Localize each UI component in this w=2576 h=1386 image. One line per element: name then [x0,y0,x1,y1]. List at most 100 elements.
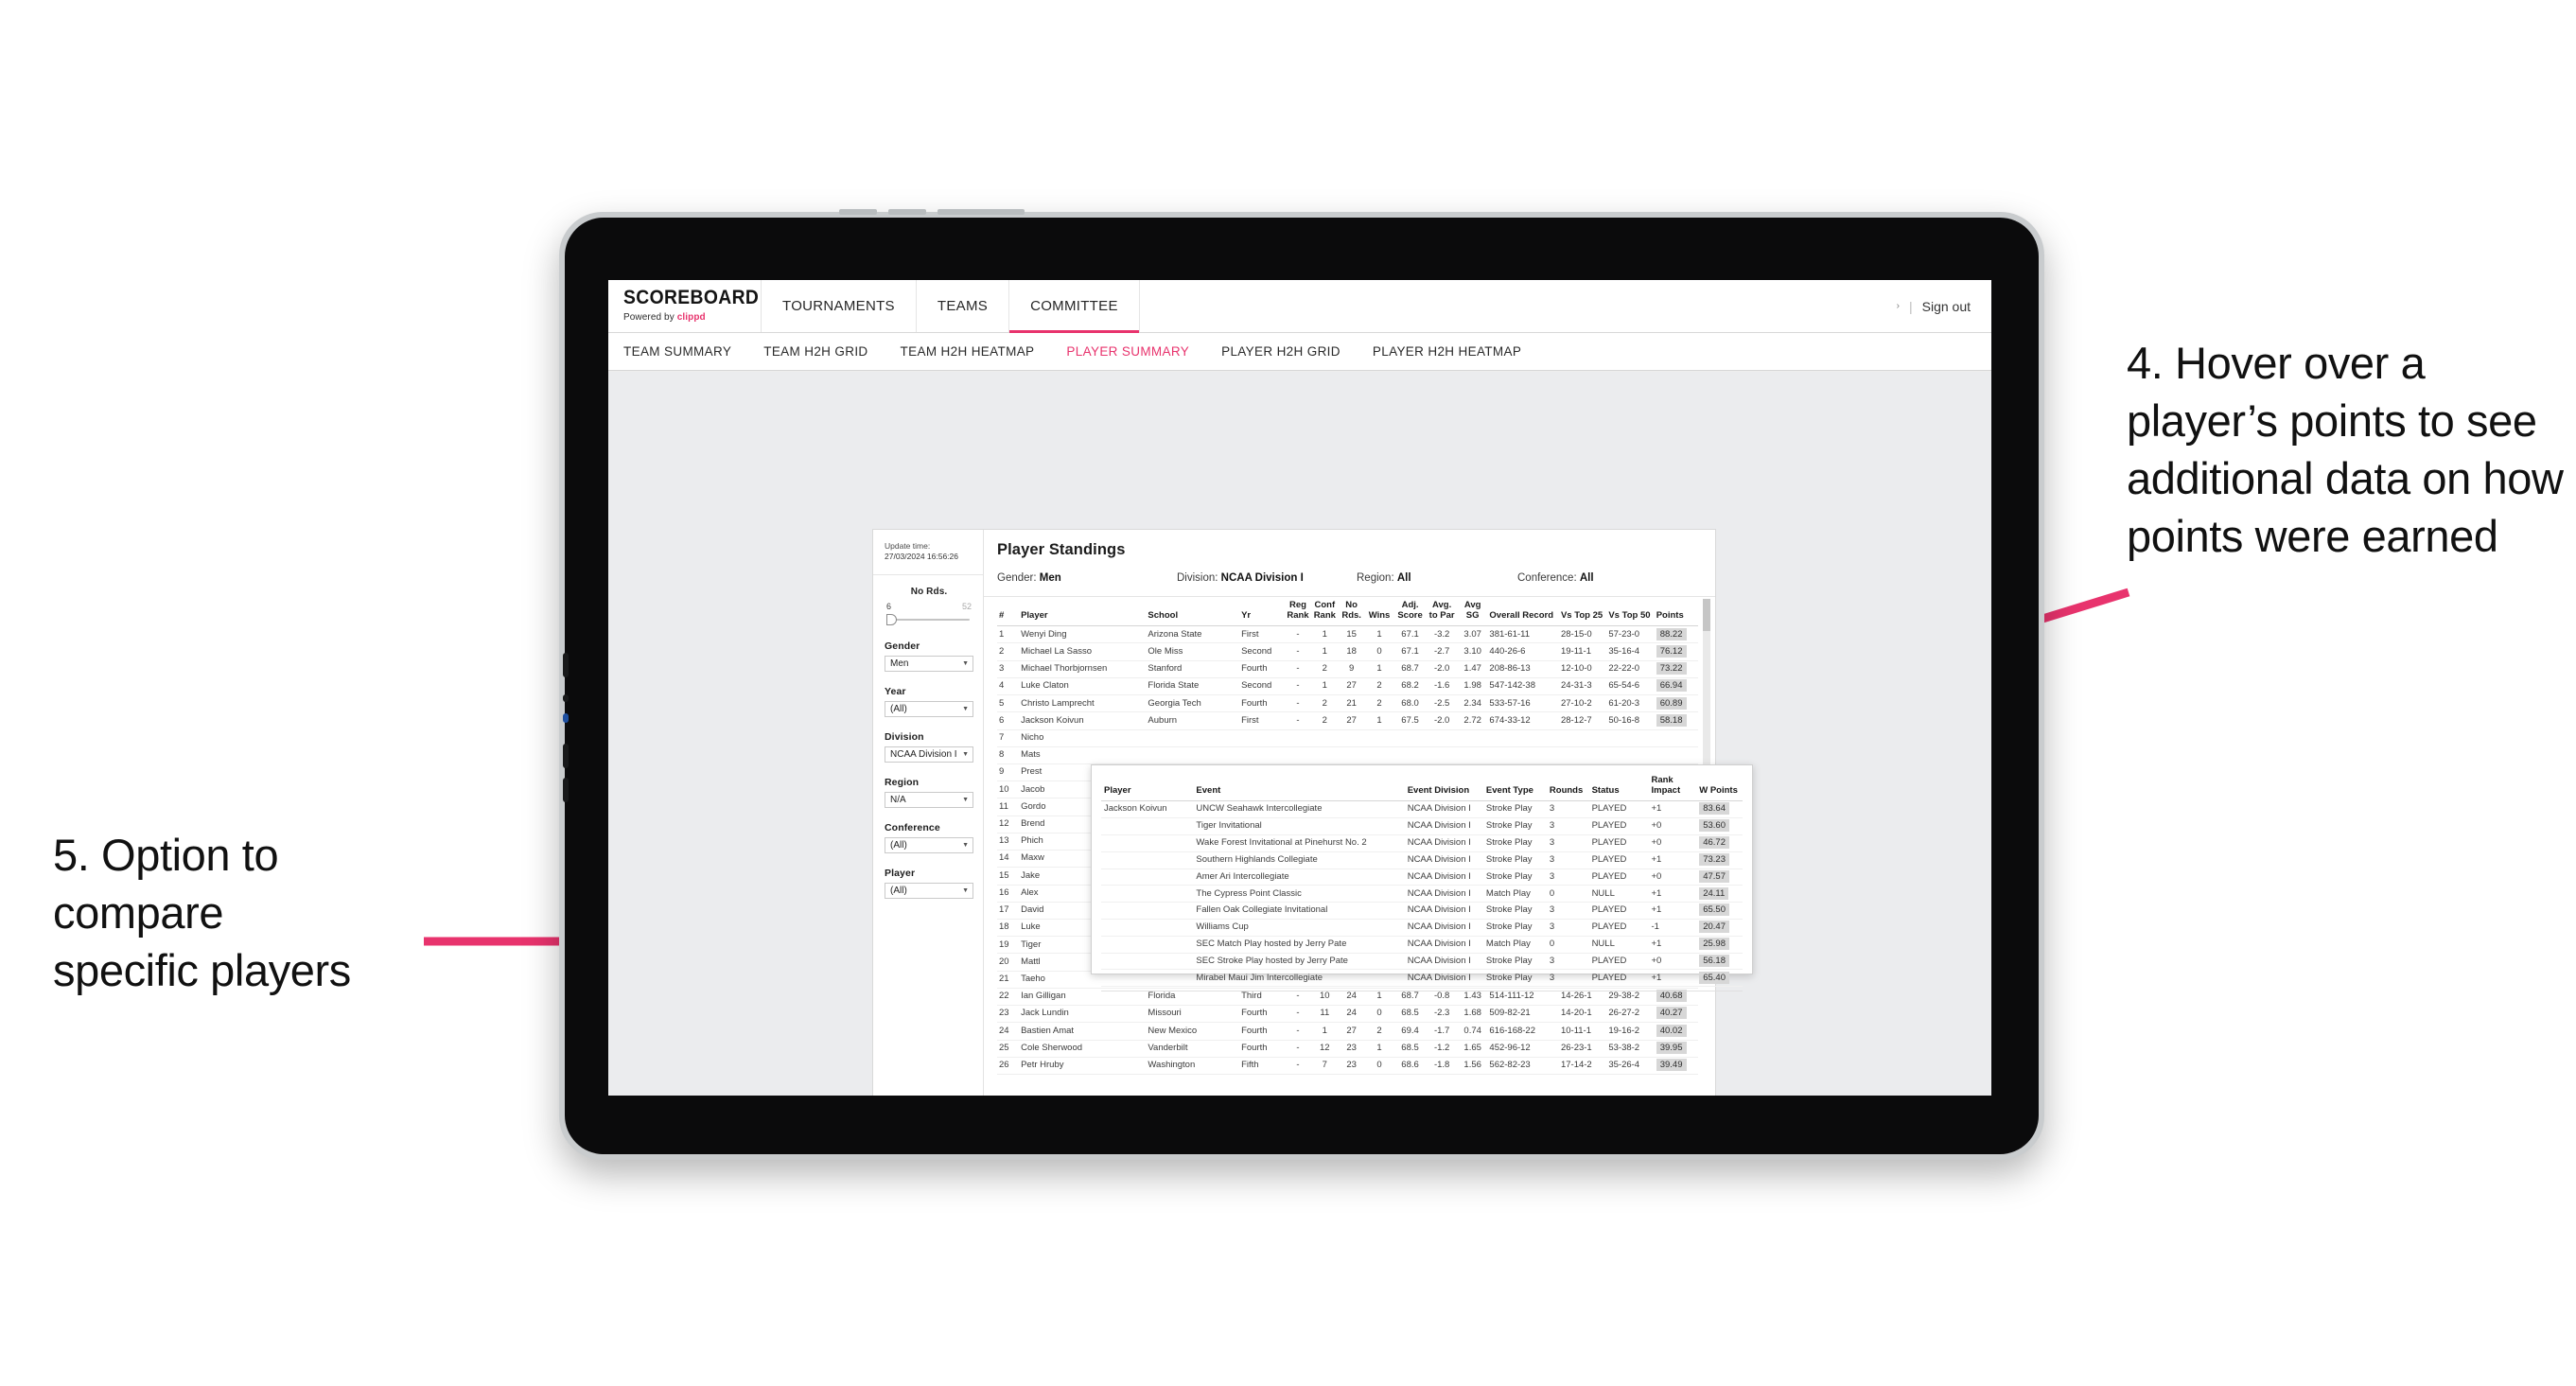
cell-rank: 19 [997,936,1020,955]
cell-points[interactable]: 39.49 [1654,1057,1698,1075]
table-row[interactable]: 26 Petr Hruby Washington Fifth -7 23 0 68.6 -1.8… [997,1057,1698,1075]
table-row[interactable]: 1 Wenyi Ding Arizona State First -1 15 1 67.1 -3… [997,625,1698,644]
cell-wins: 0 [1364,1005,1394,1024]
tooltip-header: Player Event Event Division Event Type R… [1101,773,1743,802]
points-badge[interactable]: 88.22 [1656,627,1687,640]
cell-rank: 8 [997,746,1020,765]
table-row[interactable]: 6 Jackson Koivun Auburn First -2 27 1 67.5 -2.0 2… [997,711,1698,730]
col-overall-record[interactable]: Overall Record [1487,597,1559,627]
filter-conference-select[interactable]: (All) ▼ [885,836,973,853]
points-badge[interactable]: 40.02 [1656,1024,1687,1037]
table-row[interactable]: 5 Christo Lamprecht Georgia Tech Fourth -2 21… [997,694,1698,713]
cell-points[interactable]: 39.95 [1654,1040,1698,1058]
cell-points[interactable]: 40.27 [1654,1005,1698,1024]
nav-item-teams[interactable]: TEAMS [917,280,1010,332]
table-row[interactable]: 23 Jack Lundin Missouri Fourth -11 24 0 68.5 -2.… [997,1005,1698,1024]
cell-vs-top-50: 22-22-0 [1606,660,1655,678]
col-conf-rank[interactable]: Conf Rank [1310,597,1339,627]
cell-points[interactable] [1654,729,1698,747]
app-top-navigation: SCOREBOARD Powered by clippd TOURNAMENTS… [608,280,1991,333]
col-avg-to-par[interactable]: Avg. to Par [1426,597,1458,627]
tooltip-cell-rounds: 0 [1546,885,1589,904]
cell-yr: Fifth [1239,1057,1286,1075]
tooltip-cell-w-points: 65.50 [1696,902,1743,920]
chevron-down-icon: ▼ [962,659,969,667]
cell-points[interactable]: 60.89 [1654,694,1698,713]
cell-points[interactable]: 58.18 [1654,711,1698,730]
cell-points[interactable]: 76.12 [1654,642,1698,661]
no-rounds-slider[interactable] [885,613,973,626]
subnav-team-h2h-heatmap[interactable]: TEAM H2H HEATMAP [885,344,1051,359]
cell-rank: 4 [997,677,1020,696]
tooltip-cell-player [1101,817,1194,835]
table-row[interactable]: 3 Michael Thorbjornsen Stanford Fourth -2 9 1 6… [997,660,1698,678]
points-badge[interactable]: 40.27 [1656,1007,1687,1020]
points-badge[interactable]: 73.22 [1656,662,1687,675]
col-school[interactable]: School [1146,597,1240,627]
cell-vs-top-50: 50-16-8 [1606,711,1655,730]
points-badge[interactable]: 58.18 [1656,713,1687,727]
device-side-port-d [563,744,569,768]
table-row[interactable]: 7 Nicho [997,729,1698,747]
filter-year-select[interactable]: (All) ▼ [885,700,973,717]
nav-item-tournaments[interactable]: TOURNAMENTS [762,280,917,332]
cell-points[interactable]: 73.22 [1654,660,1698,678]
col-rank[interactable]: # [997,597,1020,627]
cell-rank: 9 [997,763,1020,782]
dashboard-background: Update time: 27/03/2024 16:56:26 No Rds.… [608,372,1991,1096]
tt-col-rank-impact: Rank Impact [1648,773,1697,802]
col-vs-top-25[interactable]: Vs Top 25 [1558,597,1607,627]
table-row[interactable]: 8 Mats [997,746,1698,765]
subnav-player-h2h-heatmap[interactable]: PLAYER H2H HEATMAP [1357,344,1537,359]
player-standings-viz: Update time: 27/03/2024 16:56:26 No Rds.… [872,529,1753,1096]
tooltip-cell-w-points: 47.57 [1696,868,1743,886]
subnav-team-summary[interactable]: TEAM SUMMARY [623,344,747,359]
subnav-player-h2h-grid[interactable]: PLAYER H2H GRID [1205,344,1357,359]
col-points[interactable]: Points [1654,597,1698,627]
col-reg-rank[interactable]: Reg Rank [1285,597,1311,627]
cell-points[interactable]: 88.22 [1654,625,1698,644]
cell-reg-rank: - [1285,660,1311,678]
w-points-badge: 24.11 [1699,886,1729,900]
col-no-rds[interactable]: No Rds. [1339,597,1365,627]
table-row[interactable]: 24 Bastien Amat New Mexico Fourth -1 27 2 69.4-… [997,1022,1698,1041]
cell-points[interactable]: 40.02 [1654,1022,1698,1041]
cell-overall-record: 509-82-21 [1487,1005,1559,1024]
col-avg-sg[interactable]: Avg SG [1457,597,1488,627]
table-row[interactable]: 4 Luke Claton Florida State Second -1 27 2 68.2… [997,677,1698,696]
tooltip-cell-rounds: 3 [1546,902,1589,920]
filter-division-label: Division [885,730,924,743]
points-badge[interactable]: 60.89 [1656,696,1687,710]
cell-conf-rank: 2 [1310,711,1339,730]
filter-region-select[interactable]: N/A ▼ [885,791,973,808]
cell-adj-score: 68.0 [1393,694,1427,713]
points-badge[interactable]: 66.94 [1656,679,1687,693]
no-rounds-slider-group: No Rds. 6 52 [885,587,973,626]
table-row[interactable]: 2 Michael La Sasso Ole Miss Second -1 18 0 67.1… [997,642,1698,661]
subnav-player-summary[interactable]: PLAYER SUMMARY [1050,344,1205,359]
chevron-right-icon[interactable]: › [1897,301,1900,311]
table-row[interactable]: 25 Cole Sherwood Vanderbilt Fourth -12 23 1 68.… [997,1040,1698,1058]
filter-player-select[interactable]: (All) ▼ [885,882,973,899]
sign-out-link[interactable]: Sign out [1922,299,1971,314]
cell-points[interactable]: 66.94 [1654,677,1698,696]
col-wins[interactable]: Wins [1364,597,1394,627]
col-adj-score[interactable]: Adj. Score [1393,597,1427,627]
scrollbar-thumb[interactable] [1703,599,1710,631]
col-player[interactable]: Player [1019,597,1147,627]
cell-conf-rank: 7 [1310,1057,1339,1075]
brand-logo[interactable]: SCOREBOARD Powered by clippd [608,280,762,332]
col-yr[interactable]: Yr [1239,597,1286,627]
nav-item-committee[interactable]: COMMITTEE [1009,280,1140,333]
filter-division-select[interactable]: NCAA Division I ▼ [885,746,973,763]
filter-gender-select[interactable]: Men ▼ [885,655,973,672]
points-badge[interactable]: 76.12 [1656,644,1687,658]
slider-handle[interactable] [886,613,897,625]
subnav-team-h2h-grid[interactable]: TEAM H2H GRID [747,344,884,359]
points-badge[interactable]: 39.49 [1656,1059,1687,1072]
table-header: # Player School Yr Reg Rank Conf Rank No… [997,597,1698,627]
breadcrumb-division-label: Division: [1177,572,1218,584]
col-vs-top-50[interactable]: Vs Top 50 [1606,597,1655,627]
points-badge[interactable]: 39.95 [1656,1041,1687,1054]
cell-points[interactable] [1654,746,1698,765]
